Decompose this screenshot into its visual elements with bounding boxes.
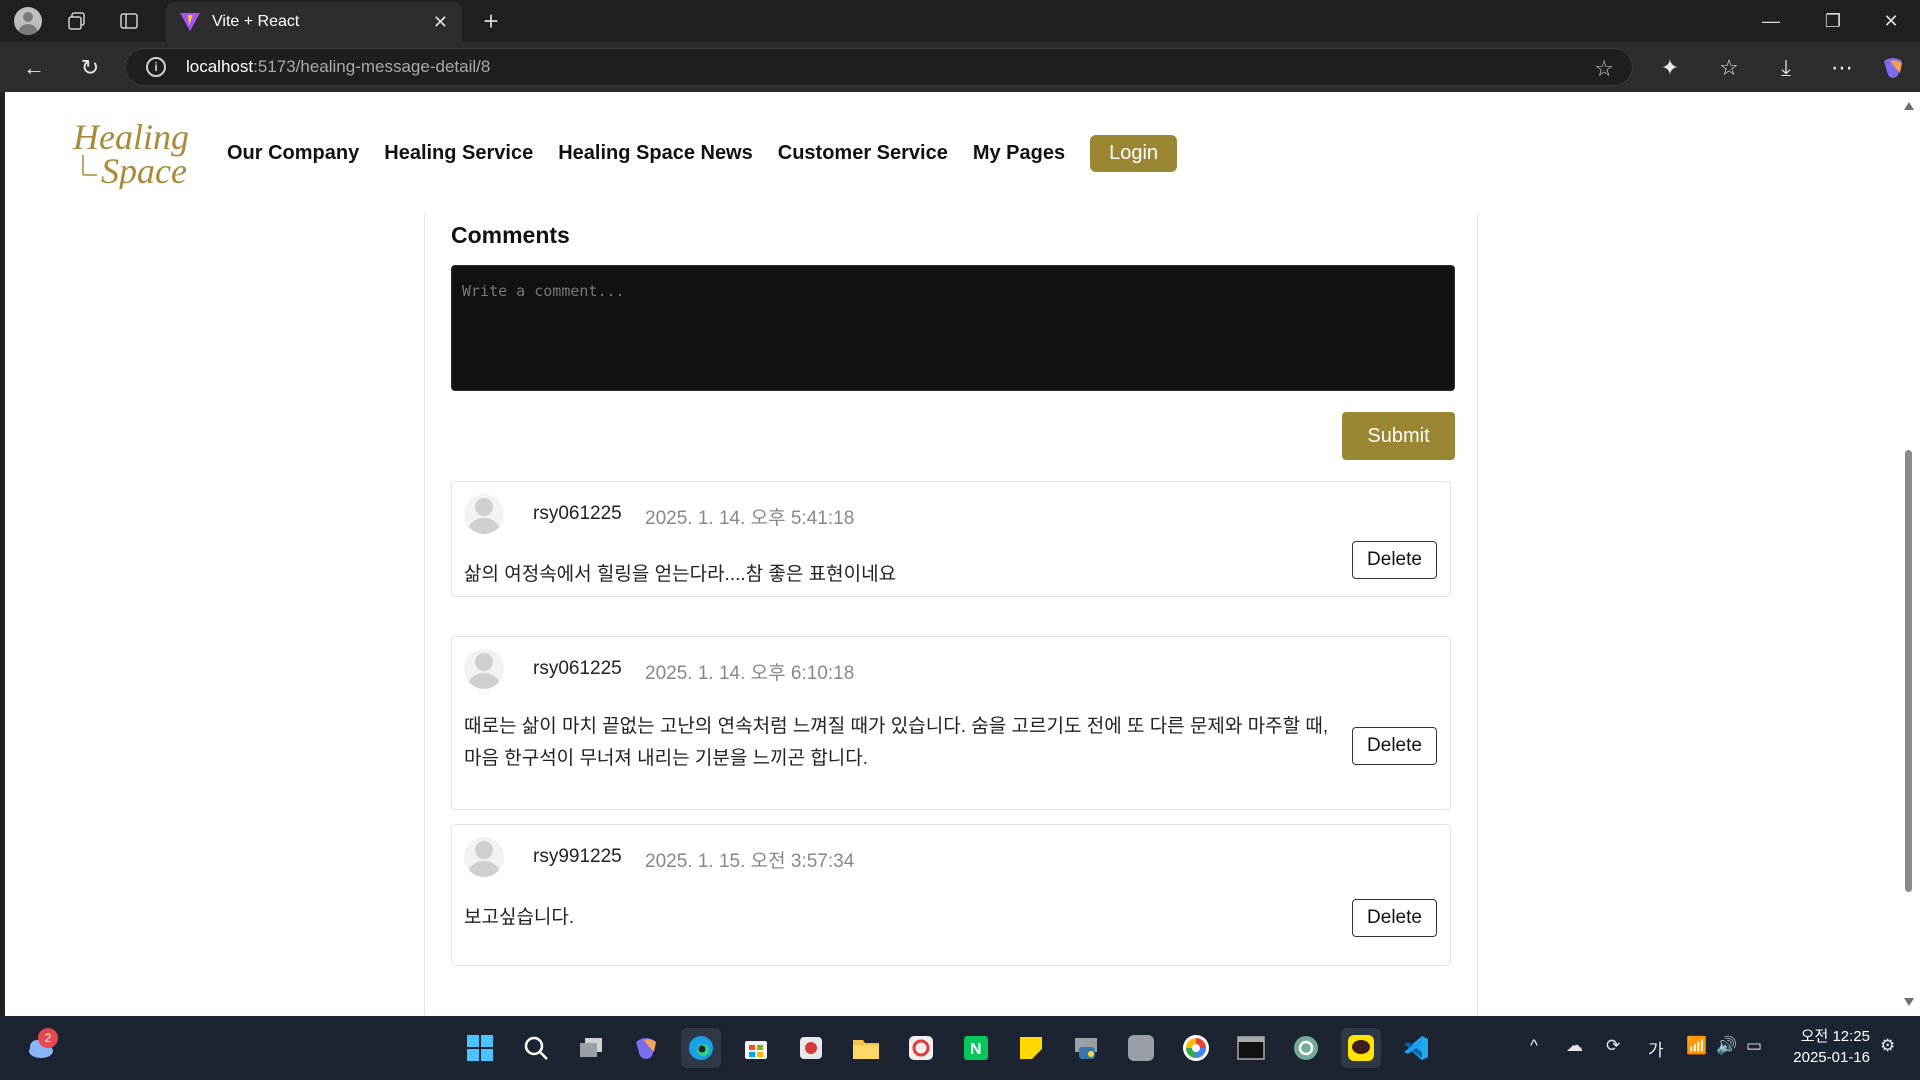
windows-taskbar: 2 N ^ ☁ ⟳ 가 📶 🔊 ▭ 오전 12:25 2025-01-16 ⚙: [0, 1016, 1920, 1080]
content-panel: Comments Submit rsy061225 2025. 1. 14. 오…: [424, 92, 1478, 1016]
naver-icon[interactable]: N: [956, 1028, 996, 1068]
sync-app-icon[interactable]: [901, 1028, 941, 1068]
chatgpt-icon[interactable]: [1286, 1028, 1326, 1068]
tray-chevron-icon[interactable]: ^: [1530, 1036, 1538, 1056]
comment-user: rsy991225: [533, 846, 622, 867]
comments-heading: Comments: [451, 222, 570, 248]
url-host: localhost: [186, 57, 254, 76]
comment-date: 2025. 1. 14. 오후 6:10:18: [645, 663, 855, 684]
delete-button[interactable]: Delete: [1352, 727, 1437, 765]
clock-time: 오전 12:25: [1800, 1028, 1870, 1045]
favorite-star-icon[interactable]: ☆: [1594, 56, 1614, 82]
minimize-icon[interactable]: —: [1748, 6, 1794, 36]
copilot-icon[interactable]: [1877, 52, 1909, 84]
comment-text: 보고싶습니다.: [464, 907, 575, 928]
new-tab-icon[interactable]: +: [478, 6, 504, 36]
restore-icon[interactable]: ❐: [1810, 6, 1856, 36]
browser-tab[interactable]: Vite + React ✕: [166, 2, 462, 42]
vite-favicon-icon: [180, 13, 200, 31]
chrome-icon[interactable]: [1176, 1028, 1216, 1068]
vertical-tabs-icon[interactable]: [116, 8, 142, 34]
downloads-icon[interactable]: ⤓: [1770, 52, 1802, 84]
workspaces-icon[interactable]: [64, 8, 90, 34]
comment-text: 삶의 여정속에서 힐링을 얻는다라....참 좋은 표현이네요: [464, 564, 897, 585]
python-app-icon[interactable]: [1066, 1028, 1106, 1068]
onedrive-icon[interactable]: ☁: [1566, 1036, 1583, 1056]
scroll-up-arrow-icon[interactable]: [1904, 102, 1914, 110]
refresh-icon[interactable]: ↻: [74, 52, 106, 84]
blank-app-icon[interactable]: [1121, 1028, 1161, 1068]
page-scrollbar[interactable]: [1897, 92, 1920, 1016]
clock-date: 2025-01-16: [1793, 1049, 1870, 1066]
healing-space-logo[interactable]: Healing Space: [71, 117, 211, 189]
page-viewport: Healing Space Our Company Healing Servic…: [5, 92, 1897, 1016]
scroll-down-arrow-icon[interactable]: [1904, 998, 1914, 1006]
site-info-icon[interactable]: i: [146, 57, 166, 77]
vscode-icon[interactable]: [1396, 1028, 1436, 1068]
wifi-icon[interactable]: 📶: [1686, 1036, 1707, 1056]
comment-text: 때로는 삶이 마치 끝없는 고난의 연속처럼 느껴질 때가 있습니다. 숨을 고…: [464, 716, 1329, 769]
edge-browser-icon[interactable]: [681, 1028, 721, 1068]
comment-date: 2025. 1. 15. 오전 3:57:34: [645, 851, 855, 872]
svg-text:Space: Space: [101, 151, 187, 189]
comment-item: rsy061225 2025. 1. 14. 오후 6:10:18 때로는 삶이…: [451, 636, 1451, 810]
comment-user: rsy061225: [533, 503, 622, 524]
copilot-app-icon[interactable]: [626, 1028, 666, 1068]
comment-item: rsy061225 2025. 1. 14. 오후 5:41:18 삶의 여정속…: [451, 481, 1451, 597]
comment-user: rsy061225: [533, 658, 622, 679]
site-header: Healing Space Our Company Healing Servic…: [5, 92, 1897, 214]
avatar: [464, 837, 504, 877]
nav-my-pages[interactable]: My Pages: [973, 142, 1065, 165]
svg-text:N: N: [970, 1041, 982, 1058]
tab-close-icon[interactable]: ✕: [433, 12, 448, 33]
comment-date: 2025. 1. 14. 오후 5:41:18: [645, 508, 855, 529]
notification-badge: 2: [38, 1028, 58, 1048]
browser-titlebar: Vite + React ✕ + — ❐ ✕: [0, 0, 1920, 42]
submit-button[interactable]: Submit: [1342, 412, 1455, 460]
login-button[interactable]: Login: [1090, 134, 1178, 172]
back-arrow-icon[interactable]: ←: [18, 52, 50, 84]
kakaotalk-icon[interactable]: [1341, 1028, 1381, 1068]
comment-item: rsy991225 2025. 1. 15. 오전 3:57:34 보고싶습니다…: [451, 824, 1451, 966]
notification-center-icon[interactable]: ⚙: [1880, 1036, 1895, 1056]
more-menu-icon[interactable]: ⋯: [1826, 52, 1858, 84]
tab-title: Vite + React: [212, 13, 300, 30]
taskbar-clock[interactable]: 오전 12:25 2025-01-16: [1793, 1026, 1870, 1068]
nav-healing-service[interactable]: Healing Service: [384, 142, 533, 165]
delete-button[interactable]: Delete: [1352, 899, 1437, 937]
nav-our-company[interactable]: Our Company: [227, 142, 359, 165]
search-icon[interactable]: [516, 1028, 556, 1068]
address-bar[interactable]: i localhost :5173/healing-message-detail…: [125, 48, 1633, 86]
start-icon[interactable]: [460, 1028, 500, 1068]
sticky-notes-icon[interactable]: [1011, 1028, 1051, 1068]
extensions-icon[interactable]: ✦: [1654, 52, 1686, 84]
window-close-icon[interactable]: ✕: [1868, 6, 1914, 36]
volume-icon[interactable]: 🔊: [1716, 1036, 1737, 1056]
delete-button[interactable]: Delete: [1352, 541, 1437, 579]
battery-icon[interactable]: ▭: [1746, 1036, 1762, 1056]
url-path: :5173/healing-message-detail/8: [253, 57, 491, 76]
profile-icon[interactable]: [14, 7, 42, 35]
avatar: [464, 494, 504, 534]
browser-toolbar: ← ↻ i localhost :5173/healing-message-de…: [0, 42, 1920, 92]
ime-indicator[interactable]: 가: [1648, 1036, 1664, 1061]
terminal-icon[interactable]: [1231, 1028, 1271, 1068]
avatar: [464, 649, 504, 689]
comment-input[interactable]: [451, 265, 1455, 391]
task-view-icon[interactable]: [571, 1028, 611, 1068]
store-icon[interactable]: [736, 1028, 776, 1068]
capture-app-icon[interactable]: [791, 1028, 831, 1068]
nav-customer-service[interactable]: Customer Service: [778, 142, 948, 165]
scroll-thumb[interactable]: [1905, 450, 1912, 892]
favorites-icon[interactable]: ☆: [1713, 52, 1745, 84]
nav-healing-space-news[interactable]: Healing Space News: [558, 142, 753, 165]
file-explorer-icon[interactable]: [846, 1028, 886, 1068]
sync-status-icon[interactable]: ⟳: [1606, 1036, 1620, 1056]
